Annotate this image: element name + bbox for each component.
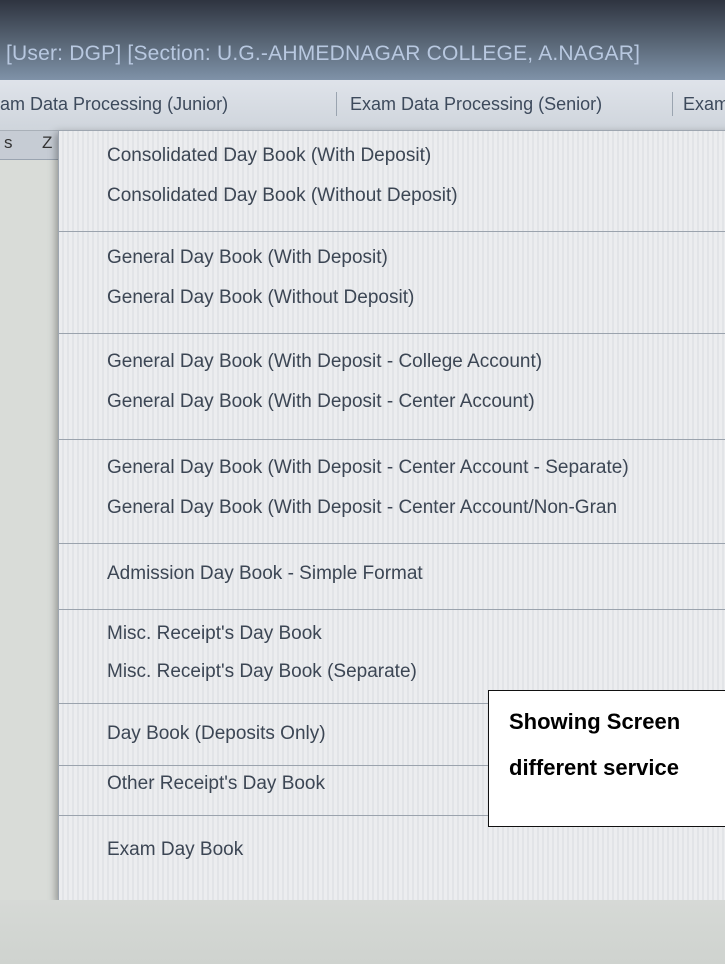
menu-separator [59,543,725,544]
toolbar-item[interactable]: s [4,133,13,153]
toolbar-strip: s Z [0,131,60,160]
menu-option-general-with-deposit[interactable]: General Day Book (With Deposit) [107,247,388,269]
menu-option-general-without-deposit[interactable]: General Day Book (Without Deposit) [107,287,414,309]
menu-option-general-center-account-separate[interactable]: General Day Book (With Deposit - Center … [107,457,629,479]
menu-divider [336,92,337,116]
menu-option-consolidated-with-deposit[interactable]: Consolidated Day Book (With Deposit) [107,145,431,167]
menu-option-general-college-account[interactable]: General Day Book (With Deposit - College… [107,351,542,373]
menu-option-misc-receipts[interactable]: Misc. Receipt's Day Book [107,623,322,645]
menu-option-consolidated-without-deposit[interactable]: Consolidated Day Book (Without Deposit) [107,185,458,207]
menu-exam-data-processing-junior[interactable]: am Data Processing (Junior) [0,94,228,115]
menu-option-exam-day-book[interactable]: Exam Day Book [107,839,243,861]
menu-separator [59,333,725,334]
menu-option-admission-simple-format[interactable]: Admission Day Book - Simple Format [107,563,423,585]
menu-separator [59,609,725,610]
menu-exam-data-processing-senior[interactable]: Exam Data Processing (Senior) [350,94,602,115]
screen-bottom-area [0,900,725,964]
menu-option-other-receipts[interactable]: Other Receipt's Day Book [107,773,325,795]
menu-exam[interactable]: Exam [683,94,725,115]
window-title-bar: [User: DGP] [Section: U.G.-AHMEDNAGAR CO… [0,0,725,80]
menu-bar: am Data Processing (Junior) Exam Data Pr… [0,80,725,131]
menu-option-general-center-account-non-grant[interactable]: General Day Book (With Deposit - Center … [107,497,617,519]
menu-option-deposits-only[interactable]: Day Book (Deposits Only) [107,723,326,745]
menu-option-general-center-account[interactable]: General Day Book (With Deposit - Center … [107,391,535,413]
menu-divider [672,92,673,116]
menu-option-misc-receipts-separate[interactable]: Misc. Receipt's Day Book (Separate) [107,661,417,683]
toolbar-item[interactable]: Z [42,133,52,153]
callout-line-2: different service [509,755,679,780]
menu-separator [59,439,725,440]
menu-separator [59,231,725,232]
window-title: [User: DGP] [Section: U.G.-AHMEDNAGAR CO… [6,42,641,65]
annotation-callout-box: Showing Screen different service [488,690,725,827]
callout-line-1: Showing Screen [509,709,681,734]
